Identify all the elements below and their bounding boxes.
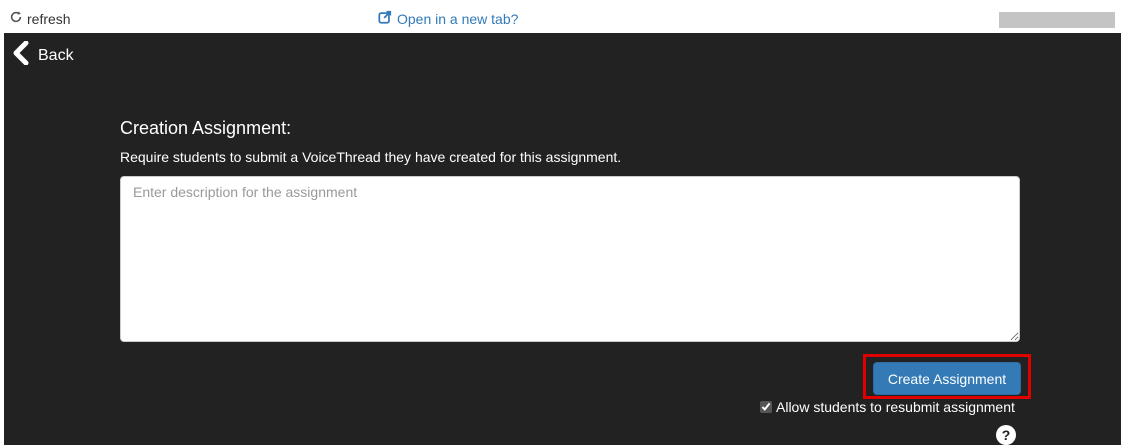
refresh-icon [9, 10, 23, 27]
assignment-heading: Creation Assignment: [120, 118, 292, 138]
resubmit-label: Allow students to resubmit assignment [776, 399, 1015, 415]
assignment-description-input[interactable] [120, 176, 1020, 342]
open-in-new-tab-link[interactable]: Open in a new tab? [378, 10, 518, 27]
resubmit-checkbox[interactable] [760, 401, 772, 413]
assignment-description: Require students to submit a VoiceThread… [120, 149, 622, 165]
top-bar: refresh Open in a new tab? [0, 0, 1121, 33]
user-placeholder [999, 12, 1115, 28]
help-glyph: ? [1001, 427, 1011, 443]
external-link-icon [378, 10, 392, 27]
question-circle-icon[interactable]: ? [996, 425, 1016, 445]
back-button[interactable]: Back [11, 40, 74, 70]
chevron-left-icon [11, 40, 29, 70]
refresh-button[interactable]: refresh [9, 10, 71, 27]
create-assignment-button[interactable]: Create Assignment [873, 362, 1021, 395]
back-label: Back [38, 46, 74, 64]
assignment-panel: Back Creation Assignment: Require studen… [4, 33, 1121, 445]
resubmit-option[interactable]: Allow students to resubmit assignment [760, 399, 1015, 415]
open-in-new-tab-label: Open in a new tab? [397, 10, 519, 27]
refresh-label: refresh [27, 10, 71, 27]
